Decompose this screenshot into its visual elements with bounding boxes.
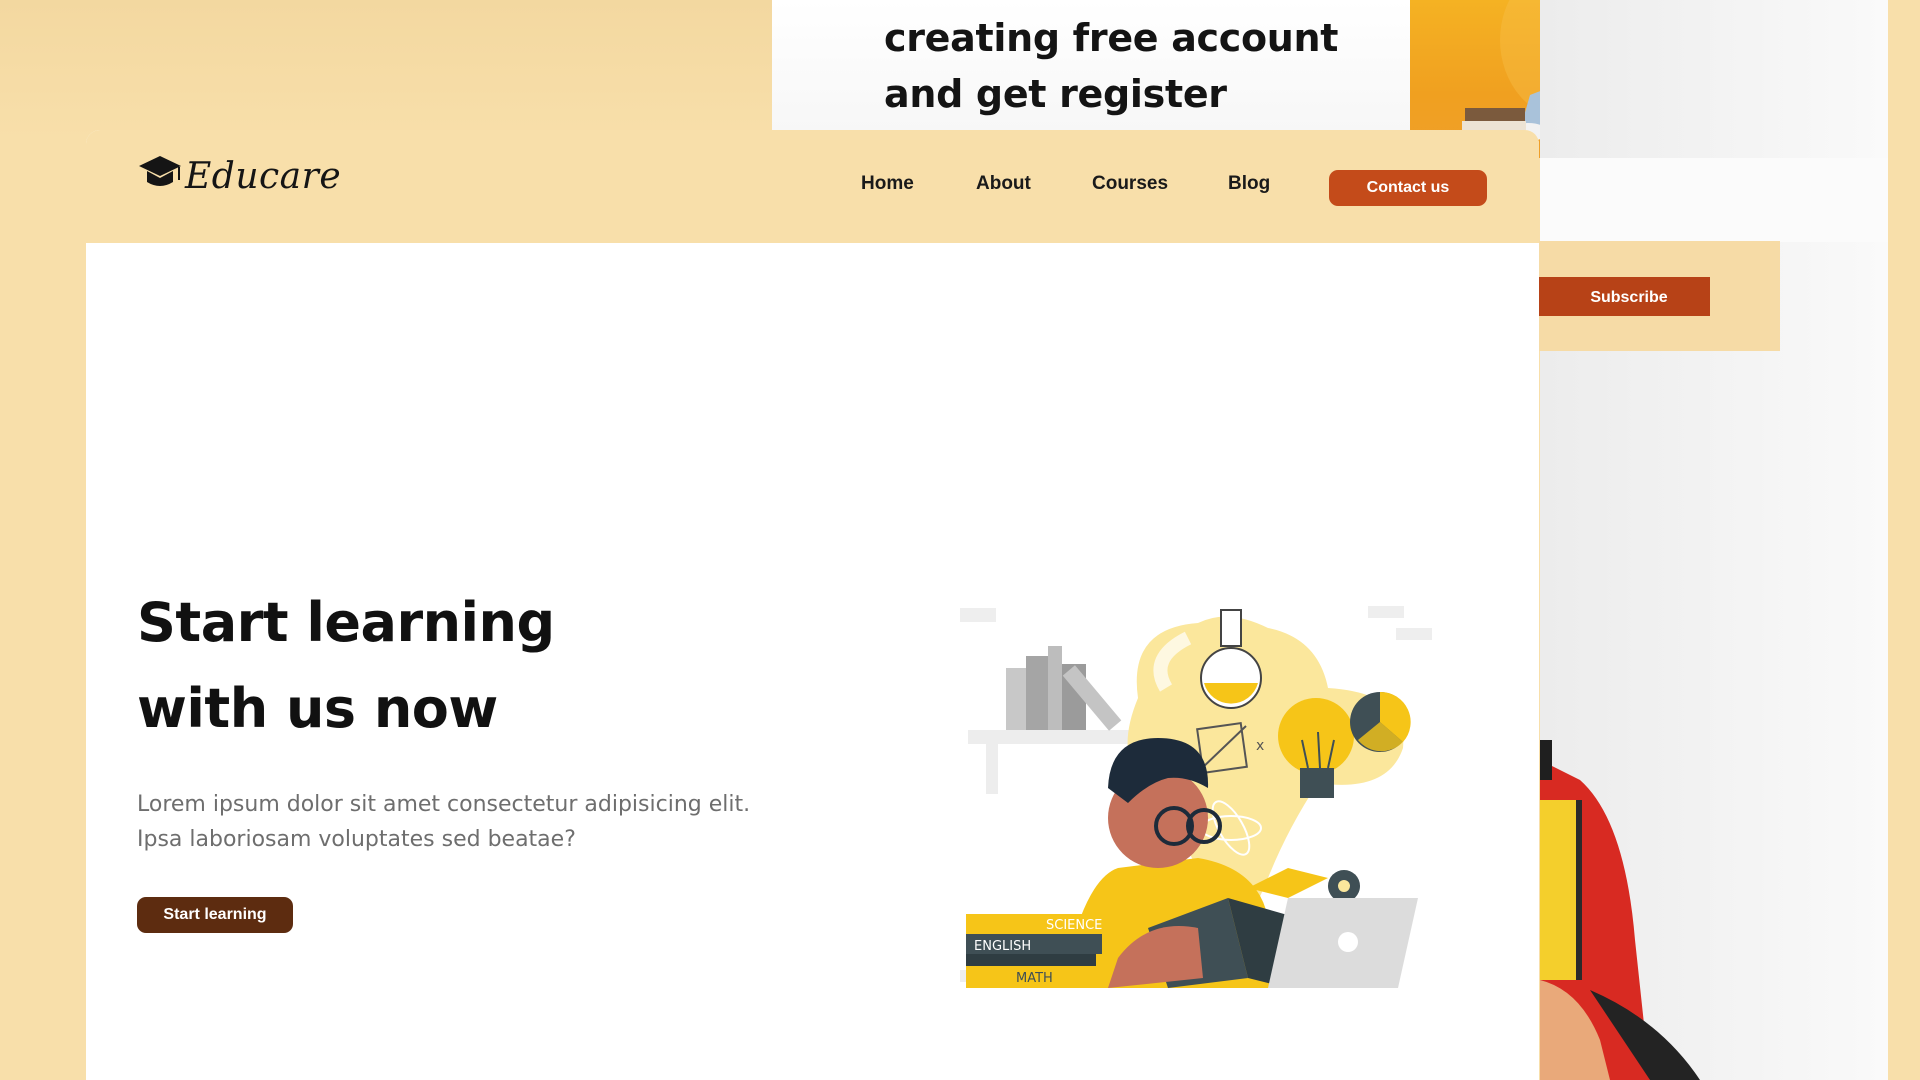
formula-label: E = mc² xyxy=(1322,817,1397,855)
hero-description-line: Ipsa laboriosam voluptates sed beatae? xyxy=(137,827,576,852)
contact-us-button[interactable]: Contact us xyxy=(1329,170,1487,206)
background-headline-line: and get register xyxy=(884,72,1227,116)
background-signup-card: creating free account and get register xyxy=(772,0,1410,130)
website-card: Educare Home About Courses Blog Contact … xyxy=(86,130,1539,1080)
book-label-english: ENGLISH xyxy=(974,939,1031,954)
graduation-cap-icon xyxy=(139,156,181,186)
background-signup-headline: creating free account and get register xyxy=(884,10,1404,122)
background-right-top xyxy=(1540,158,1888,242)
nav-link-blog[interactable]: Blog xyxy=(1228,173,1270,195)
page-edge xyxy=(1888,0,1920,1080)
hero-description-line: Lorem ipsum dolor sit amet consectetur a… xyxy=(137,792,751,817)
hero-illustration: x E = mc² SCIENCE ENGLISH MATH xyxy=(960,606,1432,988)
start-learning-button[interactable]: Start learning xyxy=(137,897,293,933)
hero-title: Start learning with us now xyxy=(137,580,837,752)
svg-text:x: x xyxy=(1256,738,1264,754)
book-label-science: SCIENCE xyxy=(1046,918,1102,933)
nav-link-courses[interactable]: Courses xyxy=(1092,173,1168,195)
hero-title-line: Start learning xyxy=(137,591,555,654)
hero-title-line: with us now xyxy=(137,677,498,740)
subscribe-button[interactable]: Subscribe xyxy=(1538,277,1710,316)
nav-link-home[interactable]: Home xyxy=(861,173,914,195)
logo-text: Educare xyxy=(185,156,342,197)
student-photo-bottom xyxy=(1540,740,1720,1080)
nav-link-about[interactable]: About xyxy=(976,173,1031,195)
hero-description: Lorem ipsum dolor sit amet consectetur a… xyxy=(137,787,837,857)
background-headline-line: creating free account xyxy=(884,16,1339,60)
navbar: Educare Home About Courses Blog Contact … xyxy=(86,130,1539,243)
book-label-math: MATH xyxy=(1016,971,1053,986)
background-glow xyxy=(0,0,780,140)
logo[interactable]: Educare xyxy=(137,152,341,212)
